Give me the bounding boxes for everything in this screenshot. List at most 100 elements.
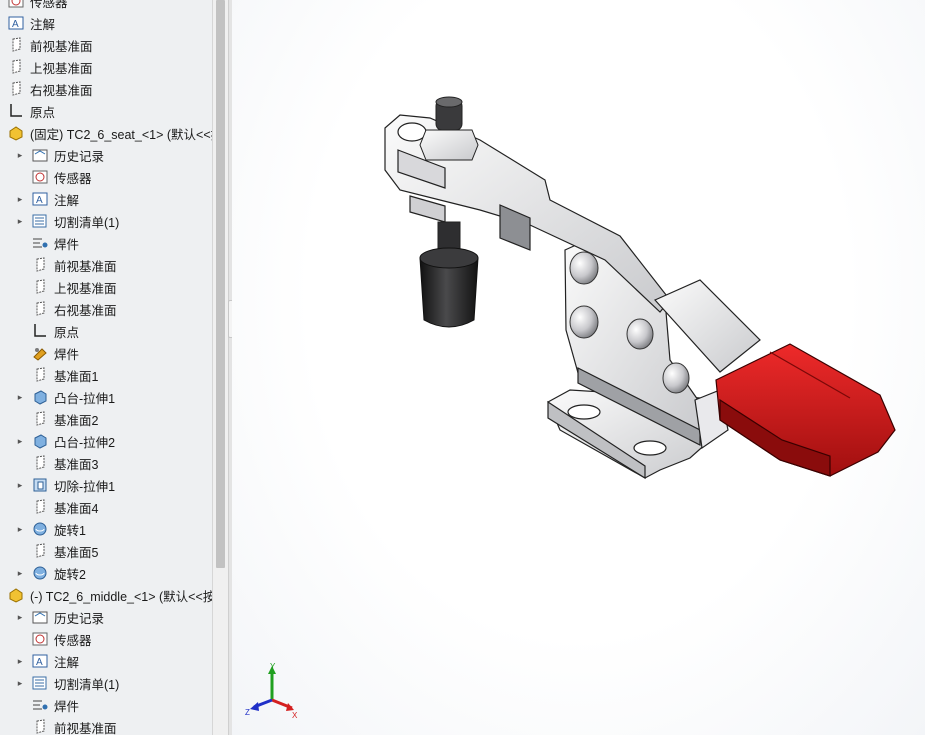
tree-item-label: 凸台-拉伸2 [54,435,116,450]
tree-item-label: 右视基准面 [54,303,117,318]
tree-item[interactable]: ▸ A 注解 [14,188,79,210]
tree-item[interactable]: 上视基准面 [8,56,93,78]
tree-item-label: 注解 [54,193,80,208]
tree-item[interactable]: ▸ 凸台-拉伸1 [14,386,115,408]
tree-item[interactable]: (-) TC2_6_middle_<1> (默认<<按 [8,584,212,606]
tree-item[interactable]: 传感器 [8,0,68,12]
tree-item[interactable]: 传感器 [14,628,92,650]
history-icon [32,147,50,163]
plane-icon [32,719,50,735]
expand-arrow-icon[interactable]: ▸ [14,480,26,491]
tree-item[interactable]: 焊件 [14,342,79,364]
tree-item-label: 基准面3 [54,457,99,472]
plane-icon [32,411,50,427]
tree-item[interactable]: 基准面5 [14,540,98,562]
tree-item-label: 历史记录 [54,611,105,626]
annotation-icon: A [32,191,50,207]
tree-item-label: 注解 [54,655,80,670]
tree-item-label: 原点 [30,105,56,120]
tree-item[interactable]: ▸ 历史记录 [14,606,104,628]
red-handle-grip [715,343,896,477]
tree-item[interactable]: 焊件 [14,232,79,254]
sensor-icon [8,0,26,9]
toggle-clamp-model[interactable] [232,0,925,735]
weld-list-icon [32,235,50,251]
tree-scrollbar[interactable] [212,0,229,735]
plane-icon [8,59,26,75]
tree-item[interactable]: 上视基准面 [14,276,117,298]
weldment-icon [32,345,50,361]
history-icon [32,609,50,625]
rubber-spindle-tip [419,247,479,328]
tree-item[interactable]: 右视基准面 [14,298,117,320]
tree-item[interactable]: 前视基准面 [14,716,117,735]
origin-icon [8,103,26,119]
tree-item[interactable]: 基准面2 [14,408,98,430]
tree-item-label: (-) TC2_6_middle_<1> (默认<<按 [30,589,212,604]
annotation-icon: A [8,15,26,31]
revolve-icon [32,521,50,537]
tree-item-label: 焊件 [54,237,80,252]
plane-icon [32,257,50,273]
tree-item-label: 旋转2 [54,567,86,582]
tree-item[interactable]: A 注解 [8,12,55,34]
tree-item[interactable]: 前视基准面 [14,254,117,276]
tree-item-label: 注解 [30,17,56,32]
tree-item-label: 传感器 [54,171,92,186]
tree-item-label: 历史记录 [54,149,105,164]
tree-item[interactable]: ▸ 历史记录 [14,144,104,166]
tree-item[interactable]: ▸ 切割清单(1) [14,210,119,232]
tree-item-label: 基准面2 [54,413,99,428]
sensor-icon [32,169,50,185]
expand-arrow-icon[interactable]: ▸ [14,656,26,667]
expand-arrow-icon[interactable]: ▸ [14,436,26,447]
tree-scrollbar-thumb[interactable] [216,0,225,568]
tree-item[interactable]: 基准面3 [14,452,98,474]
tree-item[interactable]: ▸ 切割清单(1) [14,672,119,694]
tree-item[interactable]: ▸ 切除-拉伸1 [14,474,115,496]
expand-arrow-icon[interactable]: ▸ [14,612,26,623]
svg-text:A: A [36,195,43,206]
tree-item[interactable]: ▸ 旋转2 [14,562,86,584]
origin-icon [32,323,50,339]
tree-item[interactable]: 焊件 [14,694,79,716]
expand-arrow-icon[interactable]: ▸ [14,392,26,403]
tree-item-label: 基准面1 [54,369,99,384]
expand-arrow-icon[interactable]: ▸ [14,568,26,579]
tree-item-label: 上视基准面 [54,281,117,296]
graphics-viewport[interactable] [232,0,925,735]
tree-item-label: 前视基准面 [54,721,117,736]
plane-icon [32,455,50,471]
tree-item[interactable]: 基准面4 [14,496,98,518]
expand-arrow-icon[interactable]: ▸ [14,150,26,161]
cut-extrude-icon [32,477,50,493]
expand-arrow-icon[interactable]: ▸ [14,524,26,535]
tree-item-label: 焊件 [54,347,80,362]
tree-item[interactable]: ▸ A 注解 [14,650,79,672]
expand-arrow-icon[interactable]: ▸ [14,194,26,205]
annotation-icon: A [32,653,50,669]
plane-icon [8,81,26,97]
svg-text:A: A [36,657,43,668]
tree-item[interactable]: 传感器 [14,166,92,188]
plane-icon [32,499,50,515]
feature-manager-tree[interactable]: 传感器 A 注解 前视基准面 上视基准面 右视基准面 原点 (固定) TC2_6_seat_<… [0,0,212,735]
tree-item[interactable]: 前视基准面 [8,34,93,56]
plane-icon [32,279,50,295]
tree-item[interactable]: ▸ 旋转1 [14,518,86,540]
tree-item[interactable]: 基准面1 [14,364,98,386]
extrude-icon [32,389,50,405]
cutlist-icon [32,675,50,691]
expand-arrow-icon[interactable]: ▸ [14,216,26,227]
tree-item[interactable]: (固定) TC2_6_seat_<1> (默认<<按 [8,122,212,144]
expand-arrow-icon[interactable]: ▸ [14,678,26,689]
tree-item[interactable]: 原点 [14,320,79,342]
tree-item[interactable]: 右视基准面 [8,78,93,100]
part-icon [8,587,26,603]
tree-item-label: 切除-拉伸1 [54,479,116,494]
tree-item-label: 焊件 [54,699,80,714]
tree-item-label: 上视基准面 [30,61,93,76]
tree-item[interactable]: 原点 [8,100,55,122]
tree-item-label: 传感器 [54,633,92,648]
tree-item[interactable]: ▸ 凸台-拉伸2 [14,430,115,452]
